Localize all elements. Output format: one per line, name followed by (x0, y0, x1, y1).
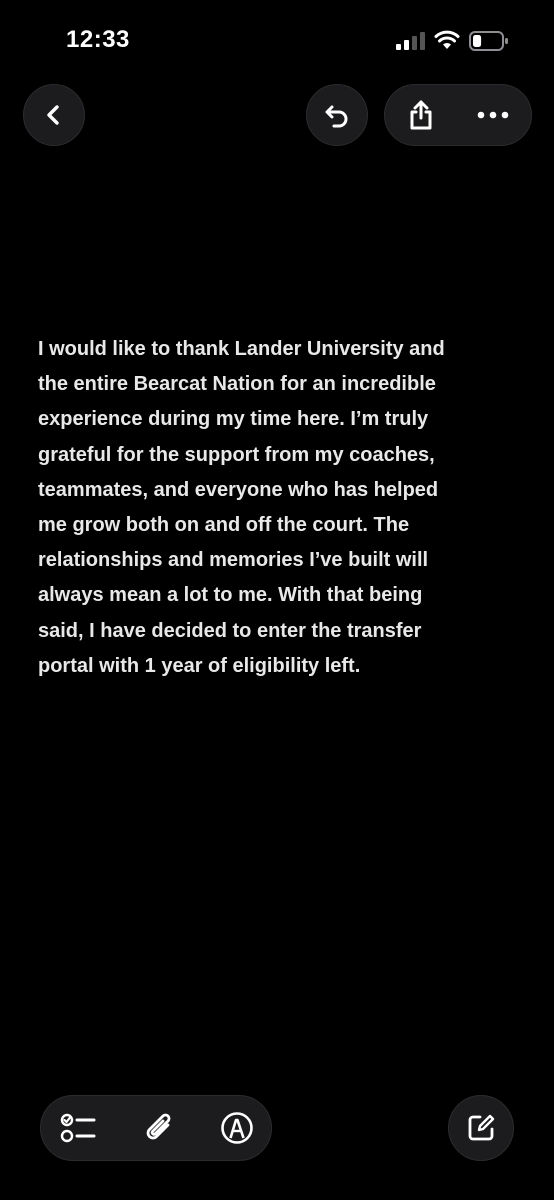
more-options-button[interactable] (463, 85, 523, 145)
top-actions-pill (384, 84, 532, 146)
compose-icon (468, 1114, 495, 1141)
bottom-tools-pill (40, 1095, 272, 1161)
checklist-icon (60, 1113, 96, 1143)
undo-arrow-icon (325, 105, 348, 128)
markup-pen-icon (221, 1112, 253, 1144)
status-time: 12:33 (66, 26, 130, 53)
share-icon (410, 100, 432, 130)
battery-icon (469, 31, 508, 51)
attachment-button[interactable] (129, 1096, 189, 1160)
undo-button[interactable] (306, 84, 368, 146)
cellular-signal-icon (396, 32, 425, 50)
ellipsis-icon (477, 111, 509, 119)
chevron-left-icon (47, 105, 59, 125)
wifi-icon (434, 30, 460, 49)
status-bar: 12:33 (0, 0, 554, 80)
back-button[interactable] (23, 84, 85, 146)
compose-note-button[interactable] (448, 1095, 514, 1161)
markup-button[interactable] (207, 1096, 267, 1160)
share-button[interactable] (391, 85, 451, 145)
note-body-text[interactable]: I would like to thank Lander University … (38, 332, 530, 684)
paperclip-icon (146, 1113, 171, 1140)
checklist-button[interactable] (49, 1096, 109, 1160)
